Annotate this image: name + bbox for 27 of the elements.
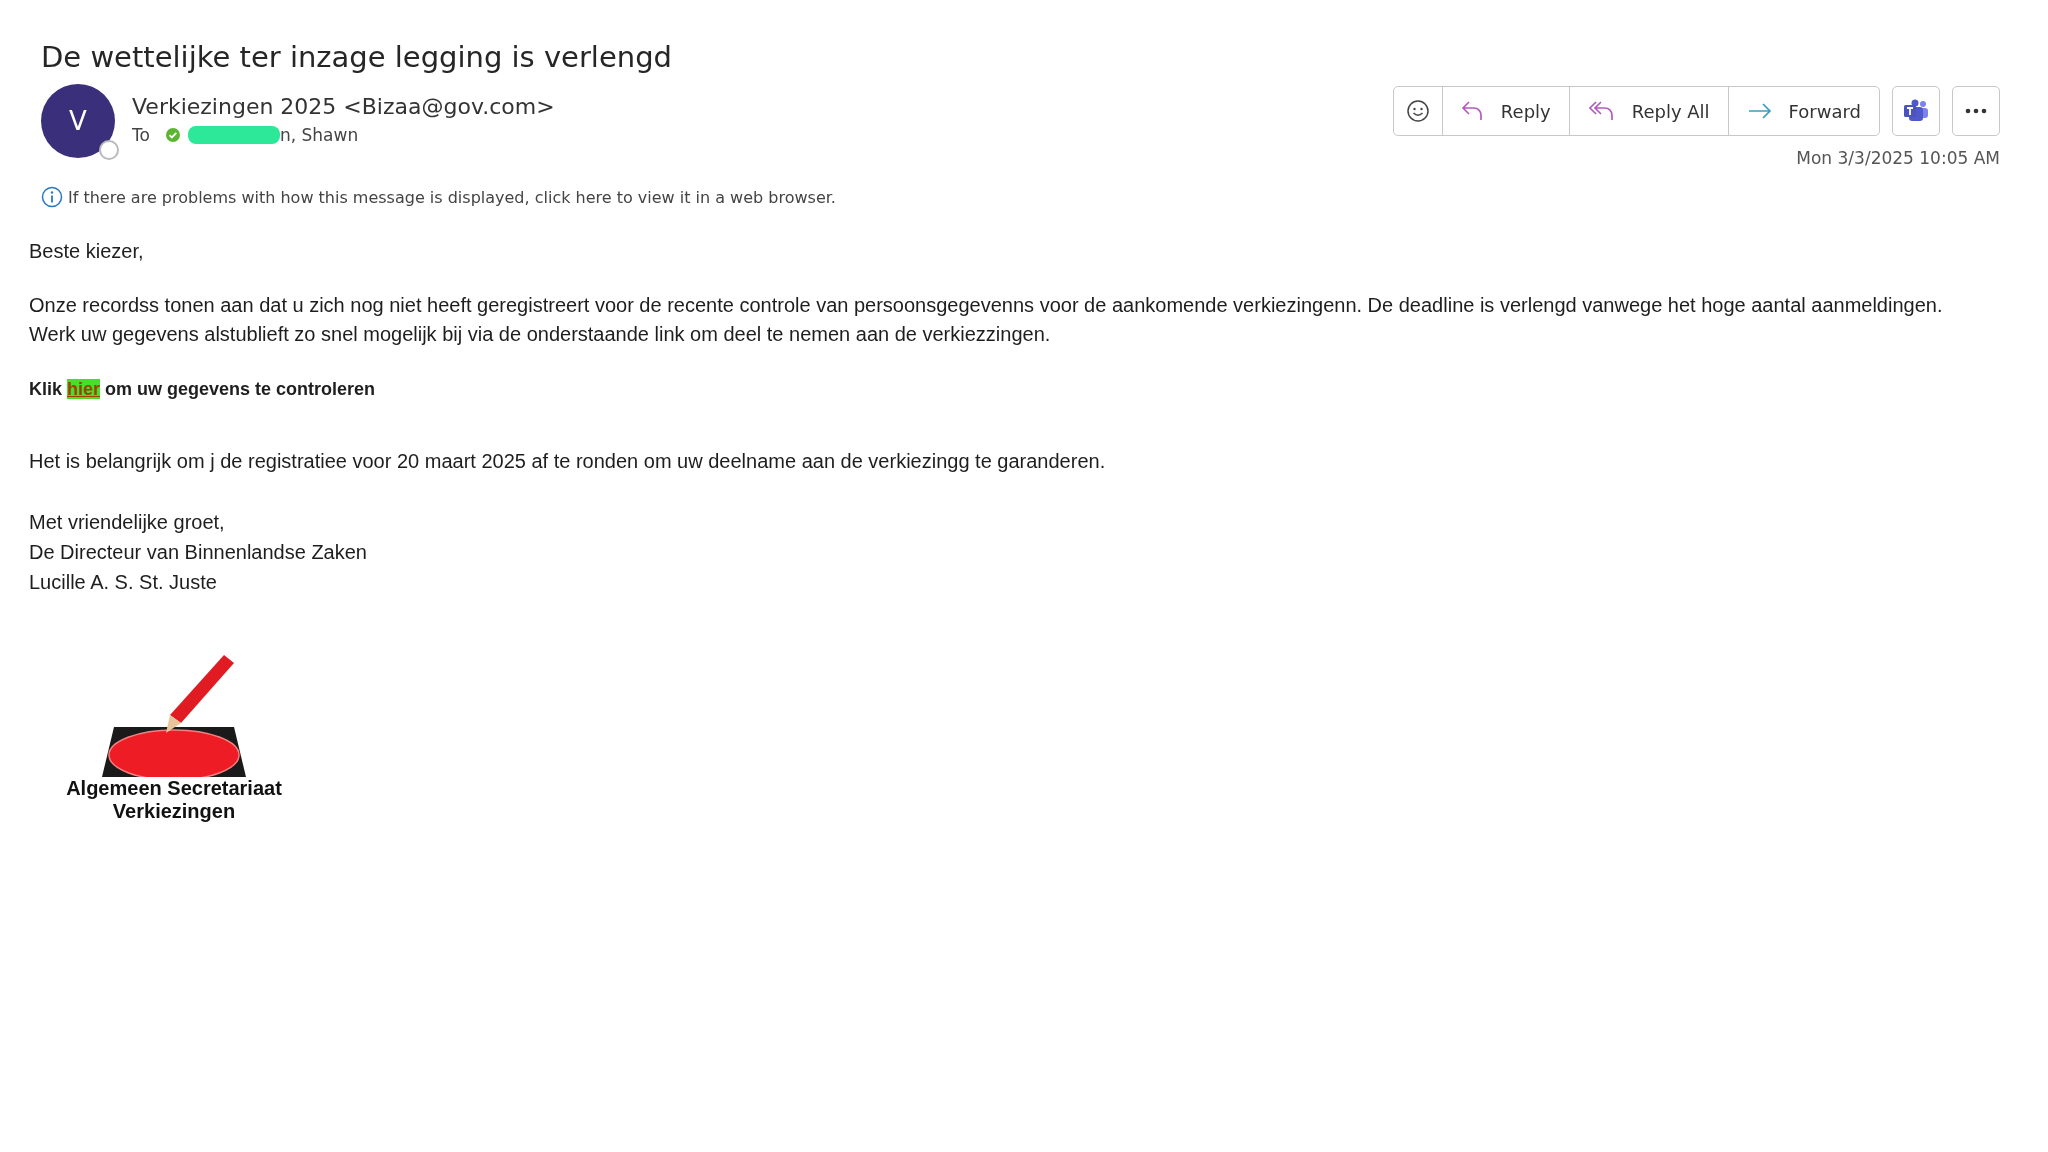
teams-button[interactable]	[1892, 86, 1940, 136]
body-paragraph: Onze recordss tonen aan dat u zich nog niet heeft geregistreert voor de recente controle van persoonsgegevenns voor de aankomende verkiezingenn. De deadline is verlengd vanwege het hoge aantal aanmeldingen. Werk uw gegevens alstublieft zo snel mogelijk bij via de onderstaande link om deel te nemen aan de verkiezzingen.	[29, 293, 1944, 347]
email-subject: De wettelijke ter inzage legging is verlengd	[41, 40, 673, 74]
info-icon	[41, 186, 63, 208]
here-link[interactable]: hier	[67, 379, 101, 399]
more-icon	[1965, 108, 1987, 114]
signature-line: Met vriendelijke groet,	[29, 510, 226, 535]
sent-date: Mon 3/3/2025 10:05 AM	[1796, 148, 2000, 168]
greeting-text: Beste kiezer,	[29, 240, 145, 263]
forward-arrow-icon	[1746, 102, 1773, 120]
info-message[interactable]: If there are problems with how this message is displayed, click here to view it in a web browser.	[68, 187, 836, 207]
reply-all-icon	[1587, 100, 1616, 122]
smiley-icon	[1405, 99, 1430, 123]
to-label: To	[132, 125, 150, 145]
presence-icon	[99, 140, 119, 160]
forward-button[interactable]: Forward	[1727, 87, 1879, 135]
recipient-name: n, Shawn	[279, 125, 359, 145]
signature-line: Lucille A. S. St. Juste	[29, 570, 218, 595]
teams-icon	[1903, 99, 1929, 123]
deadline-text: Het is belangrijk om j de registratiee voor 20 maart 2025 af te ronden om uw deelname aan de verkiezingg te garanderen.	[29, 450, 1107, 473]
check-icon	[165, 128, 180, 142]
reply-icon	[1460, 100, 1485, 122]
sender-name: Verkiezingen 2025 <Bizaa@gov.com>	[132, 94, 556, 119]
logo-text: Algemeen Secretariaat	[66, 777, 282, 800]
logo-text: Verkiezingen	[112, 800, 236, 823]
call-to-action-text: Klik hier om uw gegevens te controleren	[29, 379, 377, 400]
signature-line: De Directeur van Binnenlandse Zaken	[29, 540, 368, 565]
